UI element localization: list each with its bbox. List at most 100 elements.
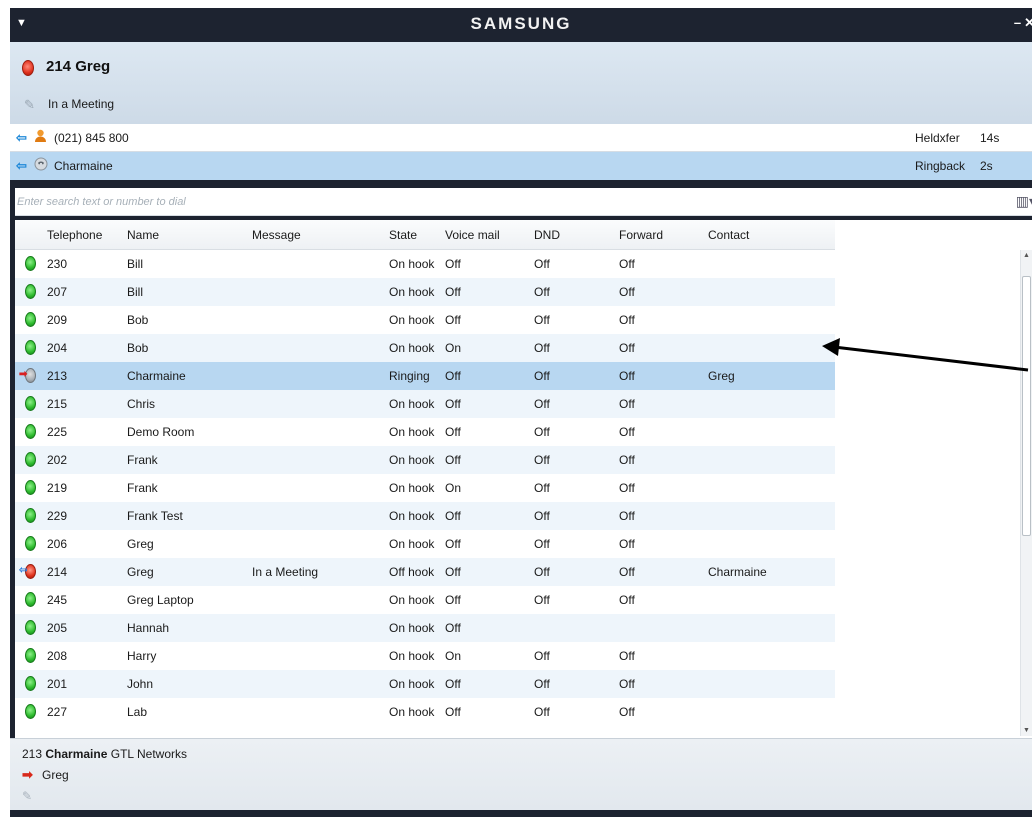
call-party: Charmaine (54, 159, 113, 173)
message-icon[interactable]: ✎ (24, 97, 35, 113)
cell-voicemail: Off (445, 397, 461, 411)
presence-status-icon (25, 676, 36, 691)
cell-voicemail: Off (445, 677, 461, 691)
presence-status-icon (25, 256, 36, 271)
user-status-panel: 214 Greg ✎ In a Meeting (10, 42, 1032, 124)
cell-voicemail: Off (445, 509, 461, 523)
cell-dnd: Off (534, 593, 550, 607)
table-row[interactable]: ➡ 213 Charmaine Ringing Off Off Off Greg (15, 362, 835, 390)
column-header-message[interactable]: Message (252, 228, 301, 242)
cell-dnd: Off (534, 341, 550, 355)
scroll-up-icon[interactable]: ▲ (1023, 252, 1030, 259)
cell-forward: Off (619, 369, 635, 383)
table-row[interactable]: 204 Bob On hook On Off Off (15, 334, 835, 362)
table-row[interactable]: 230 Bill On hook Off Off Off (15, 250, 835, 278)
vertical-scrollbar[interactable]: ▲ ▼ (1020, 250, 1032, 736)
cell-name: Lab (127, 705, 148, 719)
user-message[interactable]: In a Meeting (48, 97, 114, 111)
cell-voicemail: Off (445, 705, 461, 719)
cell-dnd: Off (534, 677, 550, 691)
table-row[interactable]: 227 Lab On hook Off Off Off (15, 698, 835, 726)
cell-forward: Off (619, 257, 635, 271)
cell-voicemail: On (445, 481, 462, 495)
cell-voicemail: Off (445, 257, 461, 271)
cell-state: On hook (389, 705, 435, 719)
cell-name: Frank (127, 453, 158, 467)
cell-name: Harry (127, 649, 157, 663)
scroll-down-icon[interactable]: ▼ (1023, 727, 1030, 734)
call-row[interactable]: ⇦ Charmaine Ringback 2s (10, 152, 1032, 180)
cell-name: Bob (127, 341, 149, 355)
presence-status-icon (25, 452, 36, 467)
cell-name: Frank (127, 481, 158, 495)
cell-forward: Off (619, 285, 635, 299)
table-row[interactable]: 205 Hannah On hook Off (15, 614, 835, 642)
column-header-voicemail[interactable]: Voice mail (445, 228, 500, 242)
column-header-name[interactable]: Name (127, 228, 159, 242)
cell-name: Frank Test (127, 509, 183, 523)
cell-forward: Off (619, 313, 635, 327)
cell-forward: Off (619, 509, 635, 523)
table-row[interactable]: 215 Chris On hook Off Off Off (15, 390, 835, 418)
call-direction-icon: ⇦ (16, 158, 27, 173)
cell-state: On hook (389, 425, 435, 439)
search-bar: ▥▾ (15, 188, 1032, 216)
cell-voicemail: Off (445, 285, 461, 299)
cell-voicemail: Off (445, 621, 461, 635)
window-controls[interactable]: –✕ (1014, 15, 1032, 31)
call-row[interactable]: ⇦ (021) 845 800 Heldxfer 14s (10, 124, 1032, 152)
detail-panel: 213 Charmaine GTL Networks ➡ Greg ✎ (10, 738, 1032, 810)
cell-dnd: Off (534, 481, 550, 495)
cell-telephone: 219 (47, 481, 68, 495)
cell-state: On hook (389, 257, 435, 271)
cell-telephone: 202 (47, 453, 68, 467)
person-icon (34, 129, 47, 146)
user-status-icon[interactable] (22, 60, 34, 76)
cell-forward: Off (619, 649, 635, 663)
cell-name: John (127, 677, 154, 691)
table-row[interactable]: 208 Harry On hook On Off Off (15, 642, 835, 670)
table-row[interactable]: 207 Bill On hook Off Off Off (15, 278, 835, 306)
table-row[interactable]: 245 Greg Laptop On hook Off Off Off (15, 586, 835, 614)
table-row[interactable]: 229 Frank Test On hook Off Off Off (15, 502, 835, 530)
cell-state: On hook (389, 453, 435, 467)
presence-status-icon (25, 536, 36, 551)
cell-telephone: 207 (47, 285, 68, 299)
cell-forward: Off (619, 341, 635, 355)
cell-forward: Off (619, 565, 635, 579)
cell-telephone: 204 (47, 341, 68, 355)
table-row[interactable]: ⇦ 214 Greg In a Meeting Off hook Off Off Off Cha… (15, 558, 835, 586)
cell-telephone: 213 (47, 369, 68, 383)
table-row[interactable]: 209 Bob On hook Off Off Off (15, 306, 835, 334)
column-header-forward[interactable]: Forward (619, 228, 663, 242)
directory-grid: Telephone Name Message State Voice mail … (15, 220, 1022, 738)
user-name: 214 Greg (46, 58, 111, 75)
table-row[interactable]: 201 John On hook Off Off Off (15, 670, 835, 698)
column-header-dnd[interactable]: DND (534, 228, 560, 242)
cell-dnd: Off (534, 425, 550, 439)
cell-telephone: 215 (47, 397, 68, 411)
column-header-telephone[interactable]: Telephone (47, 228, 102, 242)
cell-forward: Off (619, 481, 635, 495)
table-row[interactable]: 225 Demo Room On hook Off Off Off (15, 418, 835, 446)
table-body: 230 Bill On hook Off Off Off 207 Bill On hook Off… (15, 250, 835, 726)
presence-status-icon (25, 508, 36, 523)
cell-telephone: 206 (47, 537, 68, 551)
cell-state: Ringing (389, 369, 430, 383)
cell-forward: Off (619, 677, 635, 691)
table-row[interactable]: 206 Greg On hook Off Off Off (15, 530, 835, 558)
cell-dnd: Off (534, 705, 550, 719)
cell-voicemail: On (445, 341, 462, 355)
view-options-icon[interactable]: ▥▾ (1016, 193, 1032, 210)
column-header-state[interactable]: State (389, 228, 417, 242)
table-row[interactable]: 202 Frank On hook Off Off Off (15, 446, 835, 474)
table-row[interactable]: 219 Frank On hook On Off Off (15, 474, 835, 502)
cell-name: Chris (127, 397, 156, 411)
cell-name: Bill (127, 257, 144, 271)
search-input[interactable] (17, 192, 977, 212)
scrollbar-thumb[interactable] (1022, 276, 1031, 536)
cell-telephone: 225 (47, 425, 68, 439)
column-header-contact[interactable]: Contact (708, 228, 749, 242)
cell-name: Charmaine (127, 369, 186, 383)
cell-voicemail: Off (445, 453, 461, 467)
